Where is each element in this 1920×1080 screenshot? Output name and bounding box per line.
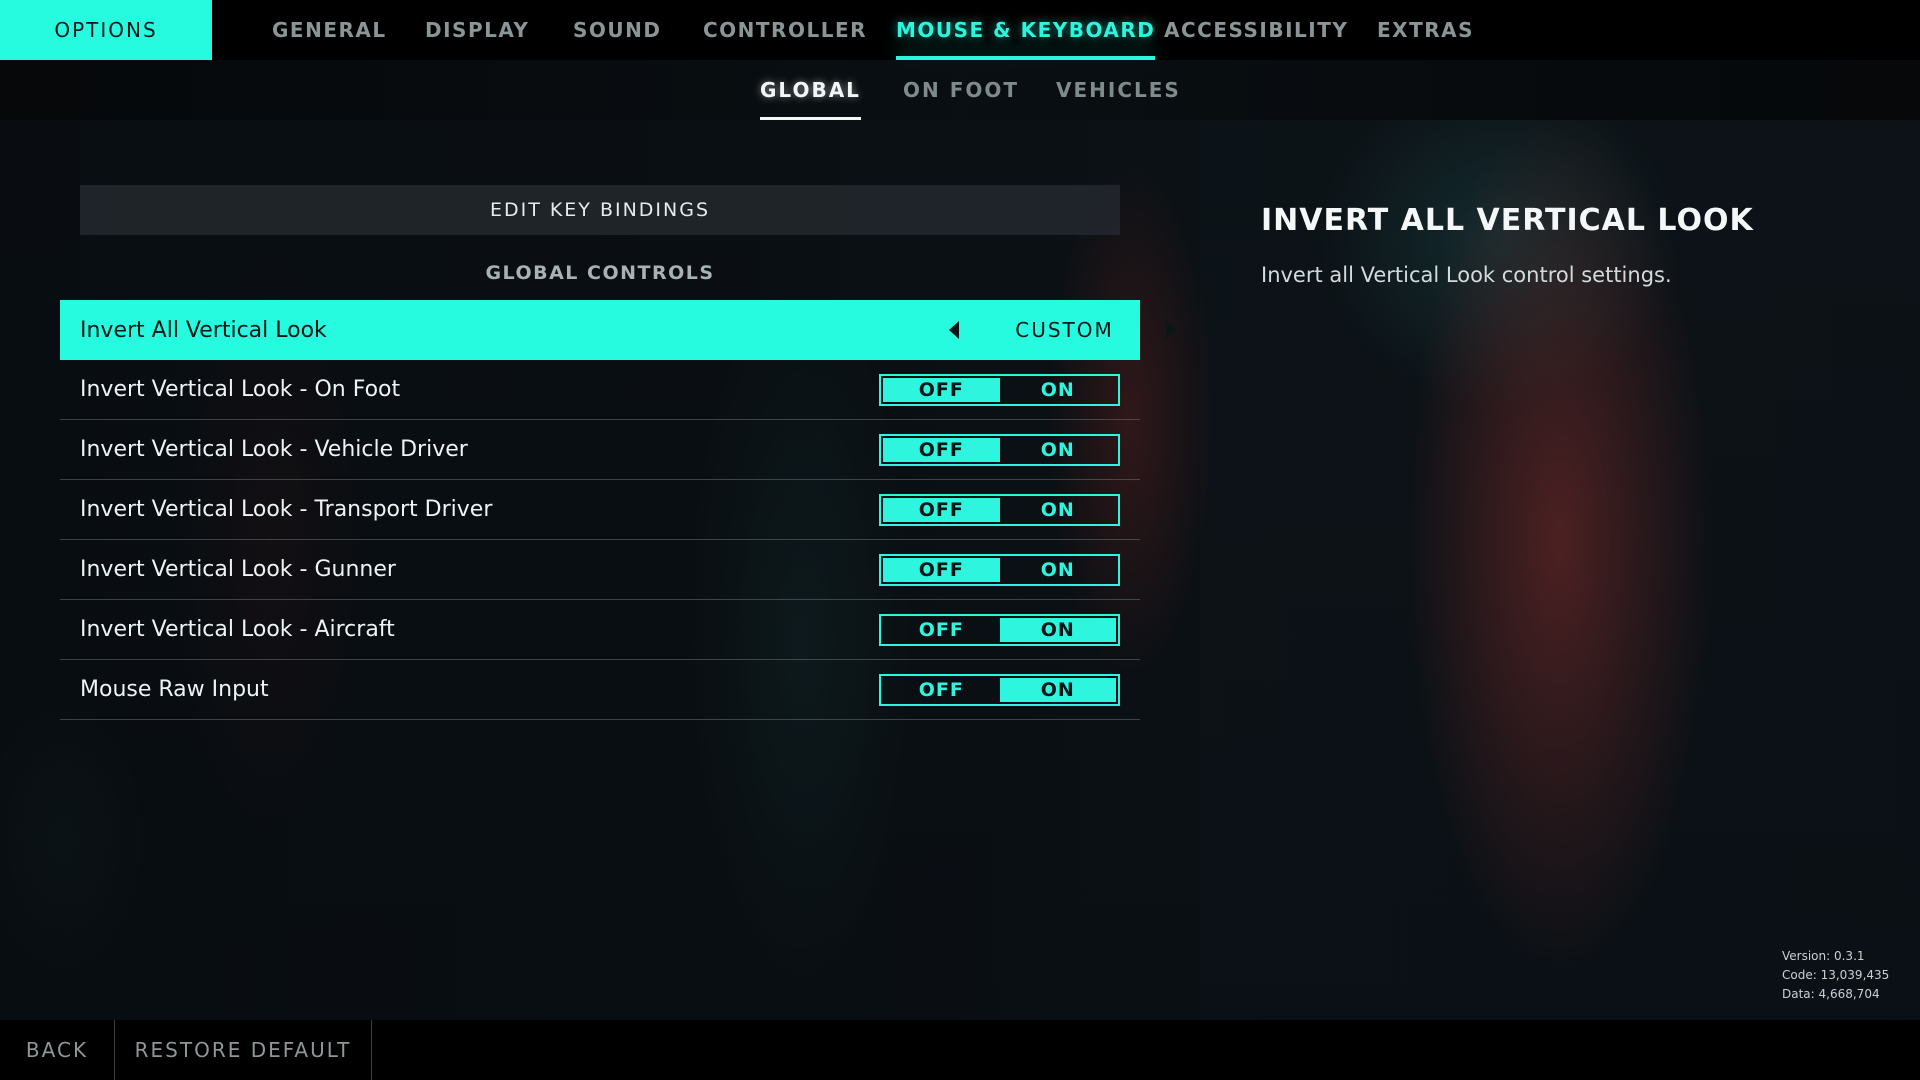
setting-label: Invert Vertical Look - Gunner xyxy=(80,557,396,582)
setting-row-invert-transport-driver[interactable]: Invert Vertical Look - Transport Driver … xyxy=(60,480,1140,540)
tab-mouse-keyboard[interactable]: MOUSE & KEYBOARD xyxy=(896,0,1156,60)
setting-label: Invert Vertical Look - Aircraft xyxy=(80,617,395,642)
setting-row-invert-all-vertical-look[interactable]: Invert All Vertical Look CUSTOM xyxy=(60,300,1176,360)
settings-list: Invert All Vertical Look CUSTOM Invert V… xyxy=(60,300,1176,720)
options-title: OPTIONS xyxy=(0,0,212,60)
on-off-toggle[interactable]: OFF ON xyxy=(879,613,1120,646)
on-off-toggle[interactable]: OFF ON xyxy=(879,673,1120,706)
tab-display[interactable]: DISPLAY xyxy=(425,0,529,60)
tab-controller[interactable]: CONTROLLER xyxy=(703,0,867,60)
setting-row-mouse-raw-input[interactable]: Mouse Raw Input OFF ON xyxy=(60,660,1140,720)
setting-row-invert-aircraft[interactable]: Invert Vertical Look - Aircraft OFF ON xyxy=(60,600,1140,660)
toggle-off-option[interactable]: OFF xyxy=(883,678,1000,702)
toggle-off-option[interactable]: OFF xyxy=(883,437,1000,462)
tab-accessibility[interactable]: ACCESSIBILITY xyxy=(1164,0,1348,60)
toggle-off-option[interactable]: OFF xyxy=(883,557,1000,582)
subtab-global[interactable]: GLOBAL xyxy=(760,60,861,120)
arrow-left-icon[interactable] xyxy=(949,321,959,339)
toggle-on-option[interactable]: ON xyxy=(1000,498,1117,522)
toggle-on-option[interactable]: ON xyxy=(1000,558,1117,582)
on-off-toggle[interactable]: OFF ON xyxy=(879,493,1120,526)
subtab-vehicles[interactable]: VEHICLES xyxy=(1056,60,1181,120)
info-title: INVERT ALL VERTICAL LOOK xyxy=(1261,203,1754,238)
code-text: Code: 13,039,435 xyxy=(1782,968,1890,982)
setting-row-invert-gunner[interactable]: Invert Vertical Look - Gunner OFF ON xyxy=(60,540,1140,600)
data-text: Data: 4,668,704 xyxy=(1782,987,1880,1001)
setting-row-invert-vehicle-driver[interactable]: Invert Vertical Look - Vehicle Driver OF… xyxy=(60,420,1140,480)
toggle-off-option[interactable]: OFF xyxy=(883,618,1000,642)
toggle-off-option[interactable]: OFF xyxy=(883,377,1000,402)
tab-sound[interactable]: SOUND xyxy=(573,0,662,60)
back-button[interactable]: BACK xyxy=(0,1020,115,1080)
info-panel-backdrop xyxy=(1200,120,1920,1020)
setting-row-invert-on-foot[interactable]: Invert Vertical Look - On Foot OFF ON xyxy=(60,360,1140,420)
version-info: Version: 0.3.1 Code: 13,039,435 Data: 4,… xyxy=(1782,947,1889,1004)
setting-label: Mouse Raw Input xyxy=(80,677,269,702)
tab-general[interactable]: GENERAL xyxy=(272,0,387,60)
setting-label: Invert Vertical Look - Transport Driver xyxy=(80,497,493,522)
selector-value: CUSTOM xyxy=(1015,318,1114,342)
toggle-on-option[interactable]: ON xyxy=(999,677,1116,702)
toggle-on-option[interactable]: ON xyxy=(1000,378,1117,402)
setting-label: Invert Vertical Look - On Foot xyxy=(80,377,401,402)
toggle-off-option[interactable]: OFF xyxy=(883,497,1000,522)
on-off-toggle[interactable]: OFF ON xyxy=(879,373,1120,406)
toggle-on-option[interactable]: ON xyxy=(1000,438,1117,462)
on-off-toggle[interactable]: OFF ON xyxy=(879,433,1120,466)
on-off-toggle[interactable]: OFF ON xyxy=(879,553,1120,586)
section-title-global-controls: GLOBAL CONTROLS xyxy=(485,262,715,284)
edit-key-bindings-button[interactable]: EDIT KEY BINDINGS xyxy=(80,185,1120,235)
info-description: Invert all Vertical Look control setting… xyxy=(1261,263,1672,287)
toggle-on-option[interactable]: ON xyxy=(999,617,1116,642)
setting-label: Invert Vertical Look - Vehicle Driver xyxy=(80,437,468,462)
version-text: Version: 0.3.1 xyxy=(1782,949,1865,963)
subtab-on-foot[interactable]: ON FOOT xyxy=(903,60,1019,120)
setting-label: Invert All Vertical Look xyxy=(80,317,327,343)
tab-extras[interactable]: EXTRAS xyxy=(1377,0,1474,60)
restore-default-button[interactable]: RESTORE DEFAULT xyxy=(115,1020,372,1080)
arrow-right-icon[interactable] xyxy=(1166,321,1176,339)
value-selector: CUSTOM xyxy=(880,300,1180,360)
